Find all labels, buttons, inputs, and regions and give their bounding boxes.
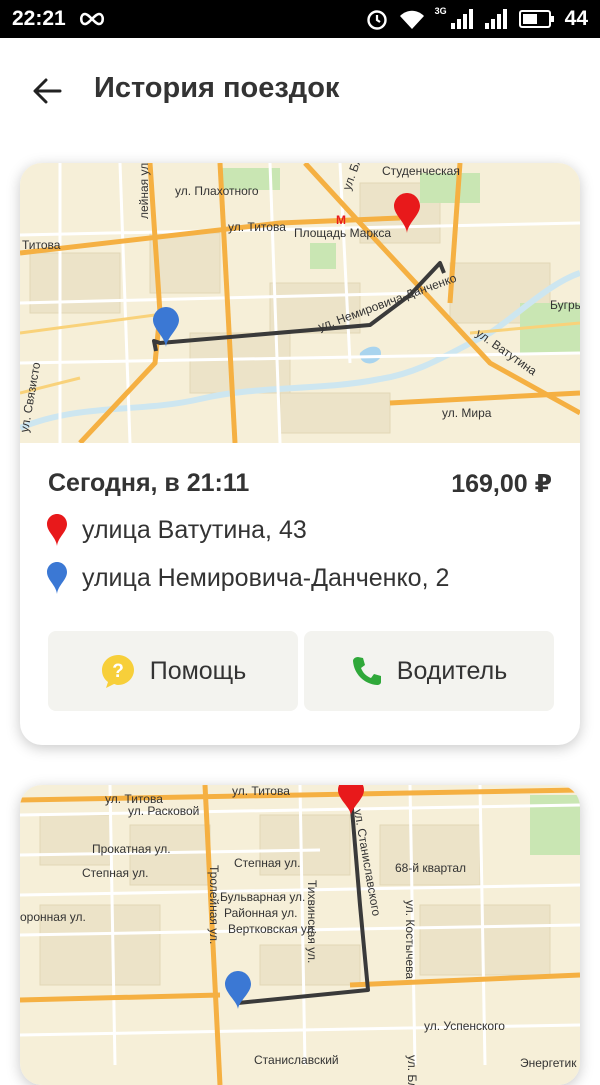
map-label: ул. Бло xyxy=(405,1055,419,1085)
map-label: Титова xyxy=(22,238,61,252)
map-label: ул. Расковой xyxy=(128,804,199,818)
metro-icon: М xyxy=(336,213,346,227)
trip-date: Сегодня, в 21:11 xyxy=(48,469,250,497)
alarm-icon xyxy=(365,7,389,31)
map-label: Бульварная ул. xyxy=(220,890,305,904)
battery-level: 44 xyxy=(564,7,588,30)
red-pin-icon xyxy=(47,514,67,546)
trip-price: 169,00 ₽ xyxy=(451,470,552,498)
driver-button-label: Водитель xyxy=(396,656,508,685)
trip-actions: ? Помощь Водитель xyxy=(48,631,554,711)
trip-card[interactable]: ул. Титова ул. Титова ул. Расковой Прока… xyxy=(20,785,580,1085)
map-label: Тролейная ул. xyxy=(207,865,221,944)
map-label: Студенческая xyxy=(382,164,460,178)
map-label: Площадь Маркса xyxy=(294,226,391,240)
battery-icon xyxy=(518,9,555,29)
blue-pin-icon xyxy=(47,562,67,594)
address-to-text: улица Немировича-Данченко, 2 xyxy=(82,563,450,592)
status-time: 22:21 xyxy=(12,7,66,30)
map-label: ул. Плахотного xyxy=(175,184,259,198)
address-to: улица Немировича-Данченко, 2 xyxy=(46,561,449,595)
trip-card[interactable]: ул. Плахотного ул. Титова Титова Студенч… xyxy=(20,163,580,745)
map-label: Прокатная ул. xyxy=(92,842,171,856)
help-icon: ? xyxy=(101,655,134,688)
back-button[interactable] xyxy=(28,76,66,106)
map-label: 68-й квартал xyxy=(395,861,466,875)
map-label: Бугры xyxy=(550,298,580,312)
map-label: лейная ул. xyxy=(137,163,151,219)
wifi-icon xyxy=(399,8,425,30)
help-button-label: Помощь xyxy=(149,656,247,685)
signal-icon-2 xyxy=(484,9,509,29)
address-from-text: улица Ватутина, 43 xyxy=(82,515,307,544)
map-label: ул. Титова xyxy=(232,785,290,798)
map-label: оронная ул. xyxy=(20,910,86,924)
help-button[interactable]: ? Помощь xyxy=(48,631,298,711)
page-title: История поездок xyxy=(94,72,340,104)
map-label: ул. Успенского xyxy=(424,1019,505,1033)
svg-text:?: ? xyxy=(112,661,124,682)
map-label: ул. Мира xyxy=(442,406,492,420)
map-label: ул. Титова xyxy=(228,220,286,234)
trip-route-map[interactable]: ул. Титова ул. Титова ул. Расковой Прока… xyxy=(20,785,580,1085)
map-label: Районная ул. xyxy=(224,906,298,920)
app-header: История поездок xyxy=(0,38,600,148)
phone-icon xyxy=(352,657,381,685)
map-label: ул. Костычева xyxy=(403,900,417,979)
arrow-left-icon xyxy=(33,78,62,104)
network-type-label: 3G xyxy=(434,6,447,16)
address-from: улица Ватутина, 43 xyxy=(46,513,307,547)
driver-button[interactable]: Водитель xyxy=(304,631,554,711)
map-label: Степная ул. xyxy=(82,866,148,880)
map-label: Степная ул. xyxy=(234,856,300,870)
map-label: Вертковская ул. xyxy=(228,922,317,936)
infinity-icon xyxy=(78,11,106,27)
status-bar: 22:21 3G 44 xyxy=(0,0,600,38)
trip-route-map[interactable]: ул. Плахотного ул. Титова Титова Студенч… xyxy=(20,163,580,443)
signal-icon-1 xyxy=(450,9,475,29)
map-label: Энергетик xyxy=(520,1056,577,1070)
